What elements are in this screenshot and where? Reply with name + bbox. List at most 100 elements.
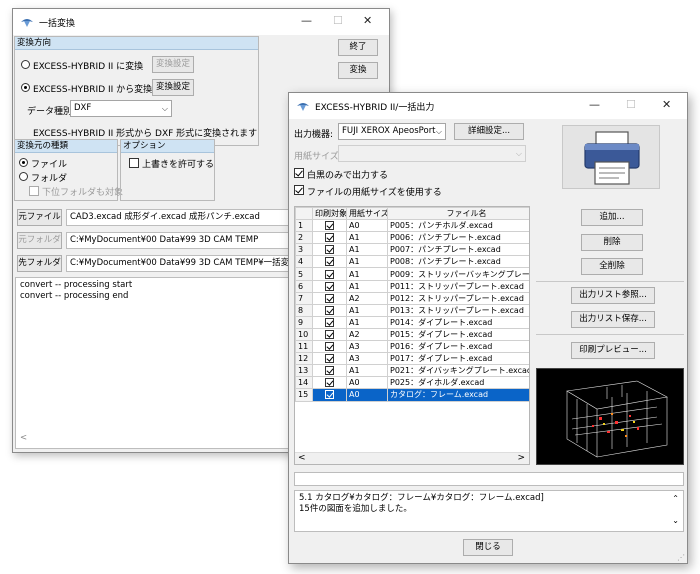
paper-size-cell: A1 (346, 243, 388, 257)
print-target-checkbox[interactable] (325, 257, 334, 267)
printer-icon (562, 125, 660, 189)
table-row[interactable]: 8 A1 P013：ストリッパープレート.excad (295, 303, 529, 317)
close-button[interactable]: ✕ (363, 14, 372, 27)
scroll-up-icon[interactable]: ⌃ (672, 493, 679, 504)
table-row[interactable]: 1 A0 P005：パンチホルダ.excad (295, 219, 529, 233)
maximize-button[interactable]: ☐ (626, 98, 636, 111)
paper-size-cell: A1 (346, 267, 388, 281)
print-target-checkbox[interactable] (325, 281, 334, 291)
print-target-checkbox[interactable] (325, 342, 334, 352)
print-target-checkbox[interactable] (325, 354, 334, 364)
close-button[interactable]: ✕ (662, 98, 671, 111)
horizontal-scrollbar[interactable]: < > (295, 452, 529, 464)
from-hybrid-radio[interactable] (21, 83, 30, 92)
print-target-checkbox[interactable] (325, 245, 334, 255)
minimize-button[interactable]: — (589, 98, 600, 111)
print-preview-button[interactable]: 印刷プレビュー... (571, 342, 655, 359)
from-settings-button[interactable]: 変換設定 (152, 79, 194, 96)
printer-graphic (584, 131, 640, 185)
subfolder-checkbox[interactable] (29, 186, 39, 196)
file-name-cell: P007：パンチプレート.excad (387, 243, 529, 257)
options-group: オプション 上書きを許可する (120, 139, 215, 201)
print-target-checkbox[interactable] (325, 390, 334, 400)
table-row[interactable]: 2 A1 P006：パンチプレート.excad (295, 231, 529, 245)
scroll-left-arrow[interactable]: < (298, 453, 306, 463)
table-row[interactable]: 9 A1 P014：ダイプレート.excad (295, 315, 529, 329)
print-target-cell (312, 219, 347, 233)
convert-button[interactable]: 変換 (338, 62, 378, 79)
print-target-cell (312, 364, 347, 378)
scroll-left-arrow[interactable]: < (20, 433, 27, 444)
print-target-checkbox[interactable] (325, 305, 334, 315)
output-list-save-button[interactable]: 出力リスト保存... (571, 311, 655, 328)
options-header: オプション (121, 140, 214, 153)
table-row[interactable]: 4 A1 P008：パンチプレート.excad (295, 255, 529, 269)
print-target-cell (312, 352, 347, 366)
table-row[interactable]: 7 A2 P012：ストリッパープレート.excad (295, 291, 529, 305)
file-name-cell: カタログ：フレーム.excad (387, 388, 529, 402)
minimize-button[interactable]: — (301, 14, 312, 27)
overwrite-label: 上書きを許可する (142, 160, 215, 170)
source-folder-radio[interactable] (19, 172, 28, 181)
file-list[interactable]: 印刷対象 用紙サイズ ファイル名 1 A0 P005：パンチホルダ.excad 2 A1… (294, 206, 530, 465)
print-target-cell (312, 267, 347, 281)
maximize-button[interactable]: ☐ (333, 14, 343, 27)
bw-output-checkbox[interactable] (294, 168, 304, 178)
to-hybrid-radio[interactable] (21, 60, 30, 69)
source-file-radio[interactable] (19, 158, 28, 167)
table-row[interactable]: 3 A1 P007：パンチプレート.excad (295, 243, 529, 257)
scroll-right-arrow[interactable]: > (517, 453, 525, 463)
scroll-down-icon[interactable]: ⌄ (672, 515, 679, 526)
row-number: 13 (295, 364, 313, 378)
source-folder-button[interactable]: 元フォルダ (17, 232, 62, 249)
to-settings-button[interactable]: 変換設定 (152, 56, 194, 73)
column-header[interactable]: ファイル名 (387, 207, 529, 221)
paper-size-select[interactable]: ⌵ (338, 145, 526, 162)
use-paper-size-checkbox[interactable] (294, 185, 304, 195)
table-row[interactable]: 6 A1 P011：ストリッパープレート.excad (295, 279, 529, 293)
source-file-button[interactable]: 元ファイル (17, 209, 62, 226)
close-dialog-button[interactable]: 閉じる (463, 539, 513, 556)
device-select[interactable]: FUJI XEROX ApeosPort ⌵ (338, 123, 446, 140)
print-target-checkbox[interactable] (325, 378, 334, 388)
paper-size-cell: A0 (346, 376, 388, 390)
file-name-cell: P008：パンチプレート.excad (387, 255, 529, 269)
table-row[interactable]: 15 A0 カタログ：フレーム.excad (295, 388, 529, 402)
column-header[interactable]: 印刷対象 (312, 207, 347, 221)
exit-button[interactable]: 終了 (338, 39, 378, 56)
status-area[interactable]: 5.1 カタログ¥カタログ：フレーム¥カタログ：フレーム.excad] 15件の… (294, 490, 684, 532)
table-row[interactable]: 13 A1 P021：ダイバッキングプレート.excad (295, 364, 529, 378)
table-row[interactable]: 12 A3 P017：ダイプレート.excad (295, 352, 529, 366)
print-target-checkbox[interactable] (325, 221, 334, 231)
table-row[interactable]: 5 A1P009：ストリッパーバッキングプレート.excad (295, 267, 529, 281)
print-target-checkbox[interactable] (325, 293, 334, 303)
print-target-cell (312, 279, 347, 293)
print-target-checkbox[interactable] (325, 269, 334, 279)
print-target-cell (312, 243, 347, 257)
output-list-reference-button[interactable]: 出力リスト参照... (571, 287, 655, 304)
paper-size-cell: A1 (346, 255, 388, 269)
add-button[interactable]: 追加... (581, 209, 643, 226)
table-row[interactable]: 14 A0 P025：ダイホルダ.excad (295, 376, 529, 390)
print-target-checkbox[interactable] (325, 317, 334, 327)
row-number: 11 (295, 340, 313, 354)
column-header[interactable]: 用紙サイズ (346, 207, 388, 221)
delete-all-button[interactable]: 全削除 (581, 258, 643, 275)
detail-settings-button[interactable]: 詳細設定... (454, 123, 524, 140)
paper-size-label: 用紙サイズ: (294, 152, 342, 162)
print-target-checkbox[interactable] (325, 329, 334, 339)
bw-output-label: 白黒のみで出力する (307, 171, 389, 181)
dest-folder-button[interactable]: 先フォルダ (17, 255, 62, 272)
delete-button[interactable]: 削除 (581, 234, 643, 251)
paper-size-cell: A1 (346, 315, 388, 329)
print-target-checkbox[interactable] (325, 366, 334, 376)
table-row[interactable]: 11 A3 P016：ダイプレート.excad (295, 340, 529, 354)
resize-grip-icon[interactable]: ⋰ (677, 553, 685, 562)
row-number: 3 (295, 243, 313, 257)
column-header (295, 207, 313, 221)
overwrite-checkbox[interactable] (129, 158, 139, 168)
row-number: 8 (295, 303, 313, 317)
table-row[interactable]: 10 A2 P015：ダイプレート.excad (295, 327, 529, 342)
data-type-select[interactable]: DXF ⌵ (70, 100, 172, 117)
print-target-checkbox[interactable] (325, 233, 334, 243)
